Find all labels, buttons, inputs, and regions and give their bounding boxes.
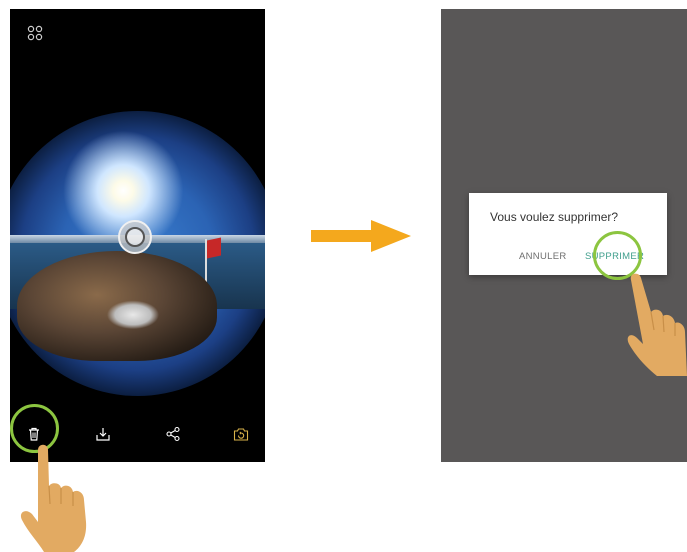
lens-inner [125,227,145,247]
download-icon[interactable] [95,426,111,442]
right-phone-screen: Vous voulez supprimer? ANNULER SUPPRIMER [441,9,687,462]
grid-icon[interactable] [27,25,43,41]
pointing-hand-icon [627,273,687,376]
share-icon[interactable] [165,426,181,442]
pointing-hand-icon [20,444,87,552]
left-phone-screen [10,9,265,462]
right-arrow-icon [311,220,411,252]
lens-badge-icon[interactable] [118,220,152,254]
dialog-message: Vous voulez supprimer? [490,210,619,224]
cancel-button[interactable]: ANNULER [519,251,567,262]
boat-deck [17,251,217,361]
reset-camera-icon[interactable] [233,426,249,442]
flag [207,237,221,259]
